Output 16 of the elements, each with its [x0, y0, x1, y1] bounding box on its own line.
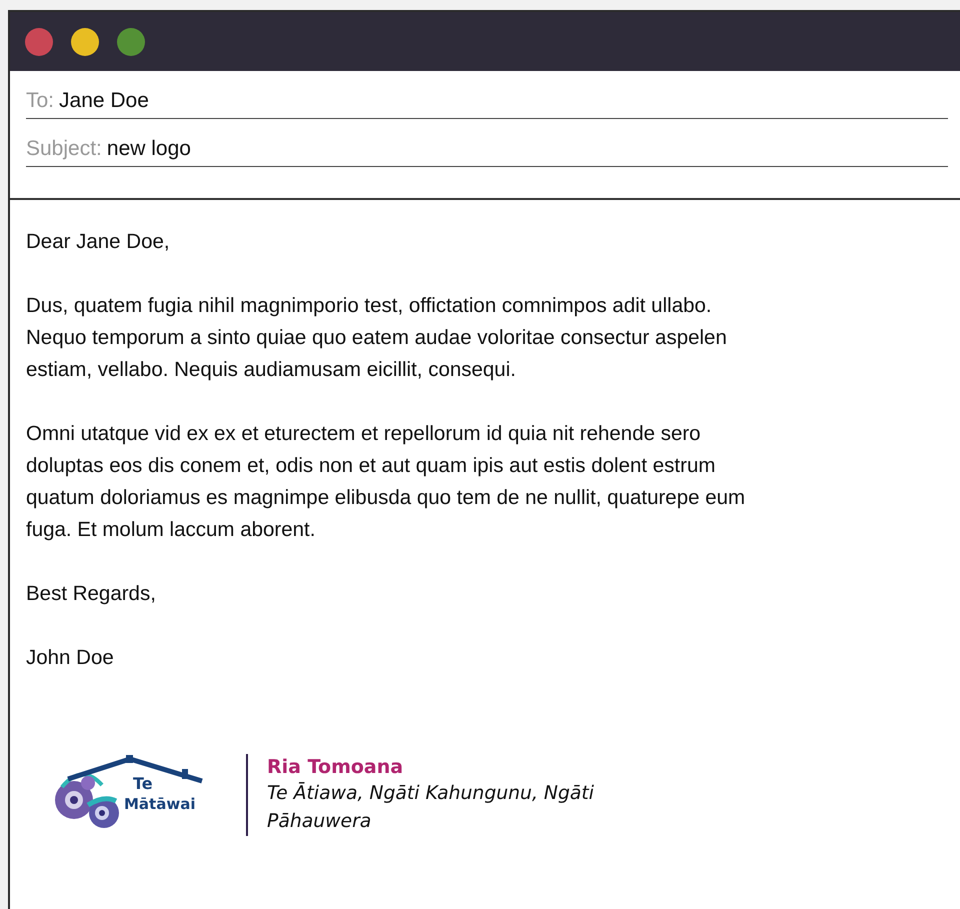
- header-field[interactable]: Subject: new logo: [26, 131, 948, 167]
- field-value: Jane Doe: [59, 89, 149, 113]
- body-paragraph: John Doe: [26, 645, 115, 671]
- body-paragraph: Dus, quatem fugia nihil magnimporio test, offictation comnimpos adit ullabo. Nequo temporum a sinto quiae quo eatem audae voloritae consectur aspelen estiam, vellabo. Nequis audiamusam eicillit, consequi.: [26, 293, 728, 383]
- body-paragraph: Dear Jane Doe,: [26, 229, 171, 255]
- field-label: Subject:: [26, 137, 102, 161]
- window-control-button[interactable]: [71, 28, 99, 56]
- window-control-button[interactable]: [117, 28, 145, 56]
- body-paragraph: Omni utatque vid ex ex et eturectem et repellorum id quia nit rehende sero doluptas eos dis conem et, odis non et aut quam ipis aut estis dolent estrum quatum doloriamus es magnimpe elibusda quo tem de ne nullit, quaturepe eum fuga. Et molum laccum aborent.: [26, 421, 746, 543]
- body-paragraph: Best Regards,: [26, 581, 157, 607]
- sender-affiliation: Te Ātiawa, Ngāti Kahungunu, Ngāti Pāhauwera: [267, 781, 595, 834]
- field-value: new logo: [106, 137, 191, 161]
- field-label: To:: [26, 89, 54, 113]
- logo-drawing: Te Mātāwai: [52, 755, 208, 835]
- sender-name: Ria Tomoana: [267, 755, 404, 780]
- header-field[interactable]: To: Jane Doe: [26, 83, 948, 119]
